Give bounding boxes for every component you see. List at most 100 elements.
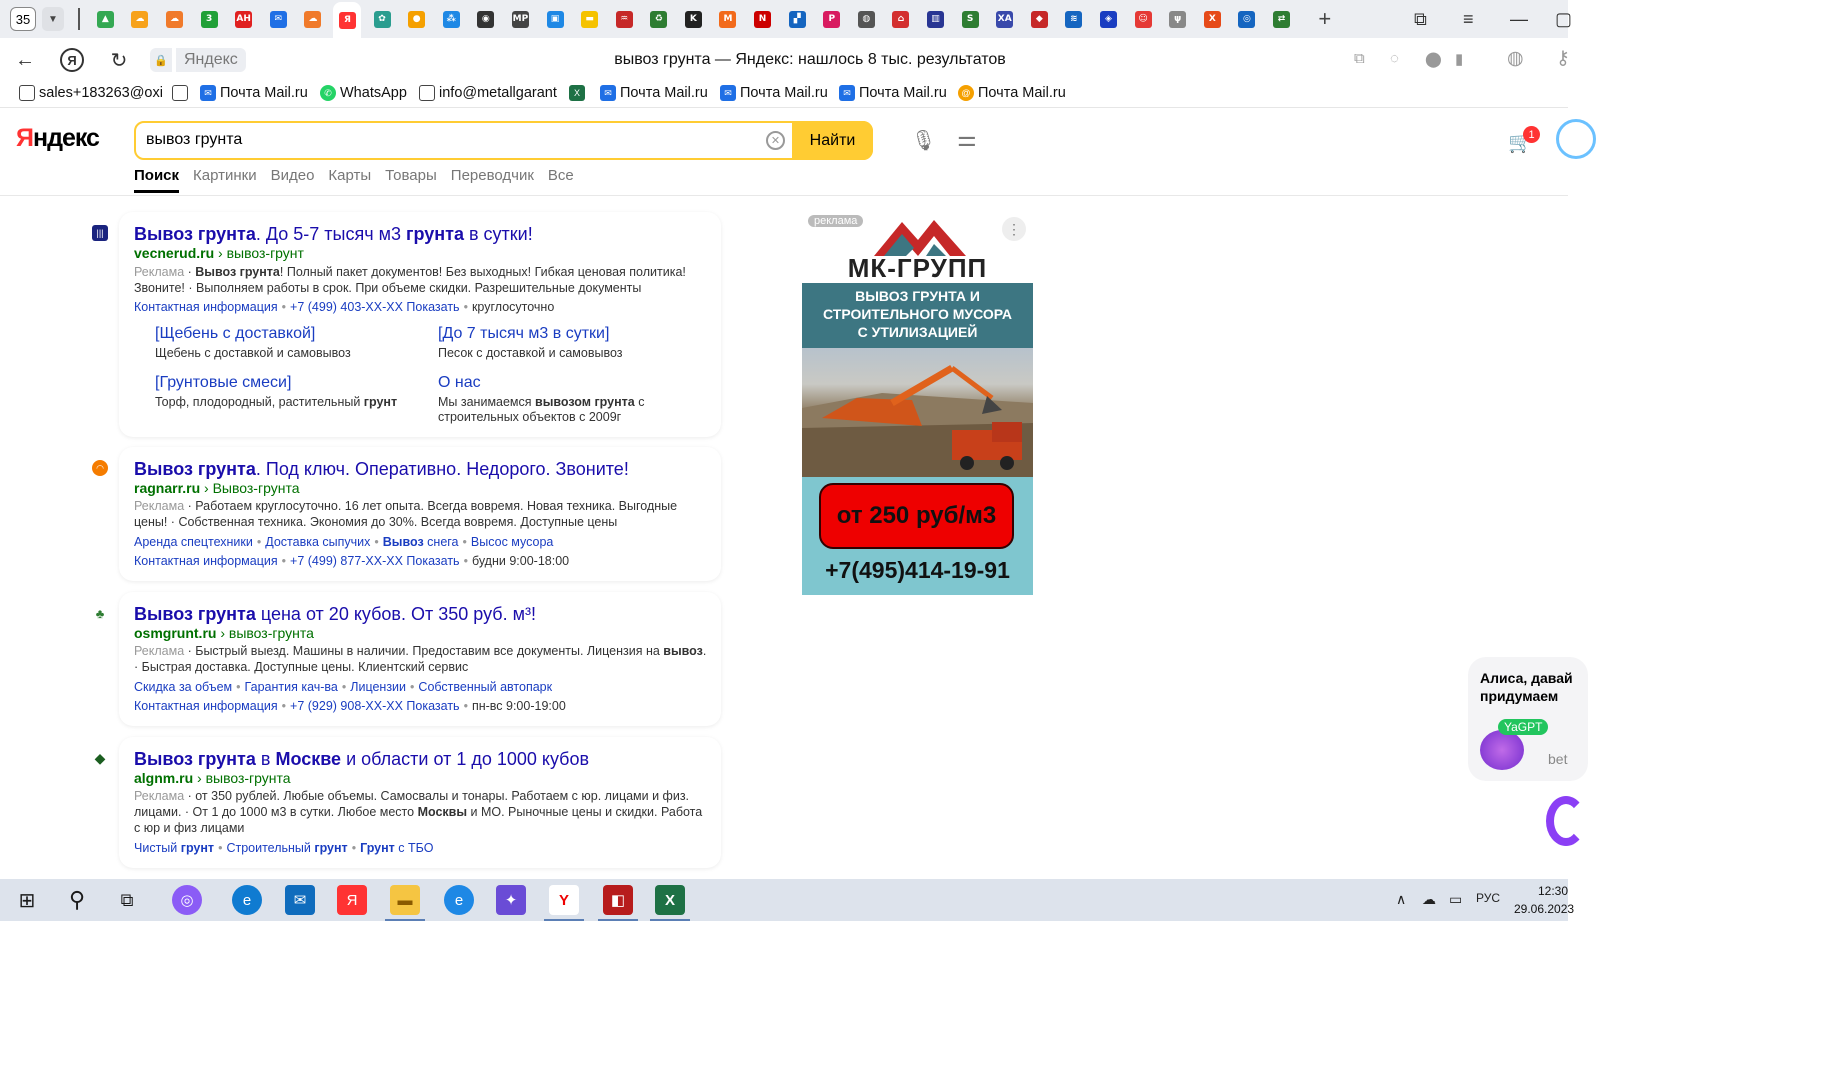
- result-title[interactable]: Вывоз грунта цена от 20 кубов. От 350 ру…: [134, 604, 536, 625]
- share-icon[interactable]: ⧉: [1354, 50, 1365, 67]
- clock[interactable]: 12:30 29.06.2023: [1514, 882, 1574, 918]
- alice-button-icon[interactable]: [1546, 796, 1586, 846]
- ad-banner[interactable]: реклама ⋮ МК-ГРУПП ВЫВОЗ ГРУНТА И СТРОИТ…: [802, 213, 1033, 595]
- minimize-icon[interactable]: —: [1510, 0, 1528, 38]
- browser-tab[interactable]: ♻: [645, 4, 673, 34]
- bookmark-item[interactable]: ✆ WhatsApp: [320, 85, 407, 101]
- bookmark-item[interactable]: [172, 85, 188, 101]
- result-url[interactable]: algnm.ru › вывоз-грунта: [134, 770, 291, 786]
- collections-icon[interactable]: ⧉: [1414, 0, 1427, 38]
- yandex-logo[interactable]: Яндекс: [16, 124, 100, 153]
- browser-tab[interactable]: ✿: [368, 4, 396, 34]
- sitelink[interactable]: [Грунтовые смеси]: [155, 374, 291, 392]
- browser-tab[interactable]: MP: [506, 4, 534, 34]
- search-button[interactable]: Найти: [792, 121, 873, 160]
- alice-suggestion[interactable]: Алиса, давай придумаем YaGPT bet: [1468, 657, 1588, 781]
- result-title[interactable]: Вывоз грунта. Под ключ. Оперативно. Недо…: [134, 459, 629, 480]
- location-pin-icon[interactable]: ⬤: [1425, 50, 1442, 68]
- tab-all[interactable]: Все: [548, 167, 574, 193]
- browser-tab[interactable]: ≋: [1060, 4, 1088, 34]
- tab-maps[interactable]: Карты: [328, 167, 371, 193]
- bookmark-item[interactable]: ✉ Почта Mail.ru: [720, 85, 828, 101]
- quick-link[interactable]: Аренда спецтехники: [134, 535, 253, 549]
- microphone-icon[interactable]: 🎙: [911, 128, 936, 153]
- browser-tab[interactable]: XA: [991, 4, 1019, 34]
- clear-search-icon[interactable]: ✕: [766, 131, 785, 150]
- search-input[interactable]: вывоз грунта: [146, 131, 242, 149]
- contact-link[interactable]: Контактная информация: [134, 554, 278, 568]
- phone-link[interactable]: +7 (499) 877-XX-XX Показать: [290, 554, 460, 568]
- yandex-browser-icon[interactable]: Y: [544, 885, 584, 921]
- browser-tab[interactable]: ✉: [264, 4, 292, 34]
- browser-tab[interactable]: ⌂: [887, 4, 915, 34]
- network-icon[interactable]: ▭: [1449, 891, 1462, 908]
- quick-link[interactable]: Чистый грунт: [134, 841, 214, 855]
- tab-goods[interactable]: Товары: [385, 167, 437, 193]
- chevron-up-icon[interactable]: ∧: [1396, 891, 1406, 908]
- globe-icon[interactable]: ◍: [1507, 47, 1524, 70]
- browser-tab[interactable]: P: [818, 4, 846, 34]
- internet-explorer-icon[interactable]: e: [444, 885, 474, 915]
- browser-tab[interactable]: АН: [230, 4, 258, 34]
- result-title[interactable]: Вывоз грунта. До 5-7 тысяч м3 грунта в с…: [134, 224, 533, 245]
- yandex-icon[interactable]: Я: [337, 885, 367, 915]
- browser-tab[interactable]: ☺: [1129, 4, 1157, 34]
- result-title[interactable]: Вывоз грунта в Москве и области от 1 до …: [134, 749, 589, 770]
- browser-tab[interactable]: ψ: [1164, 4, 1192, 34]
- browser-tab[interactable]: ▬: [576, 4, 604, 34]
- browser-tab[interactable]: ◆: [1025, 4, 1053, 34]
- quick-link[interactable]: Строительный грунт: [226, 841, 347, 855]
- search-icon[interactable]: ⚲: [62, 885, 92, 915]
- browser-tab[interactable]: N: [749, 4, 777, 34]
- quick-link[interactable]: Лицензии: [350, 680, 406, 694]
- quick-link[interactable]: Гарантия кач-ва: [245, 680, 338, 694]
- browser-tab[interactable]: ▲: [91, 4, 119, 34]
- browser-tab[interactable]: ☁: [126, 4, 154, 34]
- browser-tab[interactable]: ◍: [852, 4, 880, 34]
- bookmark-item[interactable]: info@metallgarant: [419, 85, 557, 101]
- tab-images[interactable]: Картинки: [193, 167, 257, 193]
- comments-icon[interactable]: ◌: [1390, 50, 1399, 67]
- excel-icon[interactable]: X: [650, 885, 690, 921]
- alice-taskbar-icon[interactable]: ◎: [172, 885, 202, 915]
- quick-link[interactable]: Скидка за объем: [134, 680, 232, 694]
- sitelink[interactable]: [До 7 тысяч м3 в сутки]: [438, 325, 609, 343]
- contact-link[interactable]: Контактная информация: [134, 699, 278, 713]
- file-explorer-icon[interactable]: ▬: [385, 885, 425, 921]
- tab-video[interactable]: Видео: [271, 167, 315, 193]
- maximize-icon[interactable]: ▢: [1555, 0, 1572, 38]
- sitelink[interactable]: О нас: [438, 374, 481, 392]
- ad-menu-icon[interactable]: ⋮: [1002, 217, 1026, 241]
- browser-tab[interactable]: ◈: [1095, 4, 1123, 34]
- copilot-icon[interactable]: ✦: [496, 885, 526, 915]
- browser-tab[interactable]: K: [679, 4, 707, 34]
- bookmark-item[interactable]: ✉ Почта Mail.ru: [600, 85, 708, 101]
- quick-link[interactable]: Грунт с ТБО: [360, 841, 433, 855]
- result-url[interactable]: vecnerud.ru › вывоз-грунт: [134, 245, 304, 261]
- browser-tab[interactable]: M: [714, 4, 742, 34]
- browser-tab[interactable]: X: [1198, 4, 1226, 34]
- page-title[interactable]: вывоз грунта — Яндекс: нашлось 8 тыс. ре…: [0, 51, 1620, 69]
- tab-counter[interactable]: 35: [10, 7, 36, 31]
- language-indicator[interactable]: РУС: [1476, 891, 1500, 905]
- browser-tab[interactable]: ♒: [610, 4, 638, 34]
- tab-list-dropdown-icon[interactable]: ▼: [42, 7, 64, 31]
- tab-search[interactable]: Поиск: [134, 167, 180, 193]
- result-url[interactable]: ragnarr.ru › Вывоз-грунта: [134, 480, 299, 496]
- browser-tab[interactable]: ▣: [541, 4, 569, 34]
- phone-link[interactable]: +7 (929) 908-XX-XX Показать: [290, 699, 460, 713]
- bookmark-icon[interactable]: ▮: [1455, 50, 1463, 68]
- quick-link[interactable]: Собственный автопарк: [418, 680, 552, 694]
- browser-tab[interactable]: ▞: [783, 4, 811, 34]
- bookmark-item[interactable]: sales+183263@oxi: [19, 85, 171, 101]
- browser-tab[interactable]: 3: [195, 4, 223, 34]
- onedrive-icon[interactable]: ☁: [1422, 891, 1436, 908]
- quick-link[interactable]: Вывоз снега: [383, 535, 459, 549]
- browser-tab[interactable]: ◎: [1233, 4, 1261, 34]
- result-url[interactable]: osmgrunt.ru › вывоз-грунта: [134, 625, 314, 641]
- bookmark-item[interactable]: ✉ Почта Mail.ru: [200, 85, 308, 101]
- bookmark-item[interactable]: @ Почта Mail.ru: [958, 85, 1066, 101]
- quick-link[interactable]: Высос мусора: [471, 535, 553, 549]
- bookmark-item[interactable]: X: [569, 85, 585, 101]
- phone-link[interactable]: +7 (499) 403-XX-XX Показать: [290, 300, 460, 314]
